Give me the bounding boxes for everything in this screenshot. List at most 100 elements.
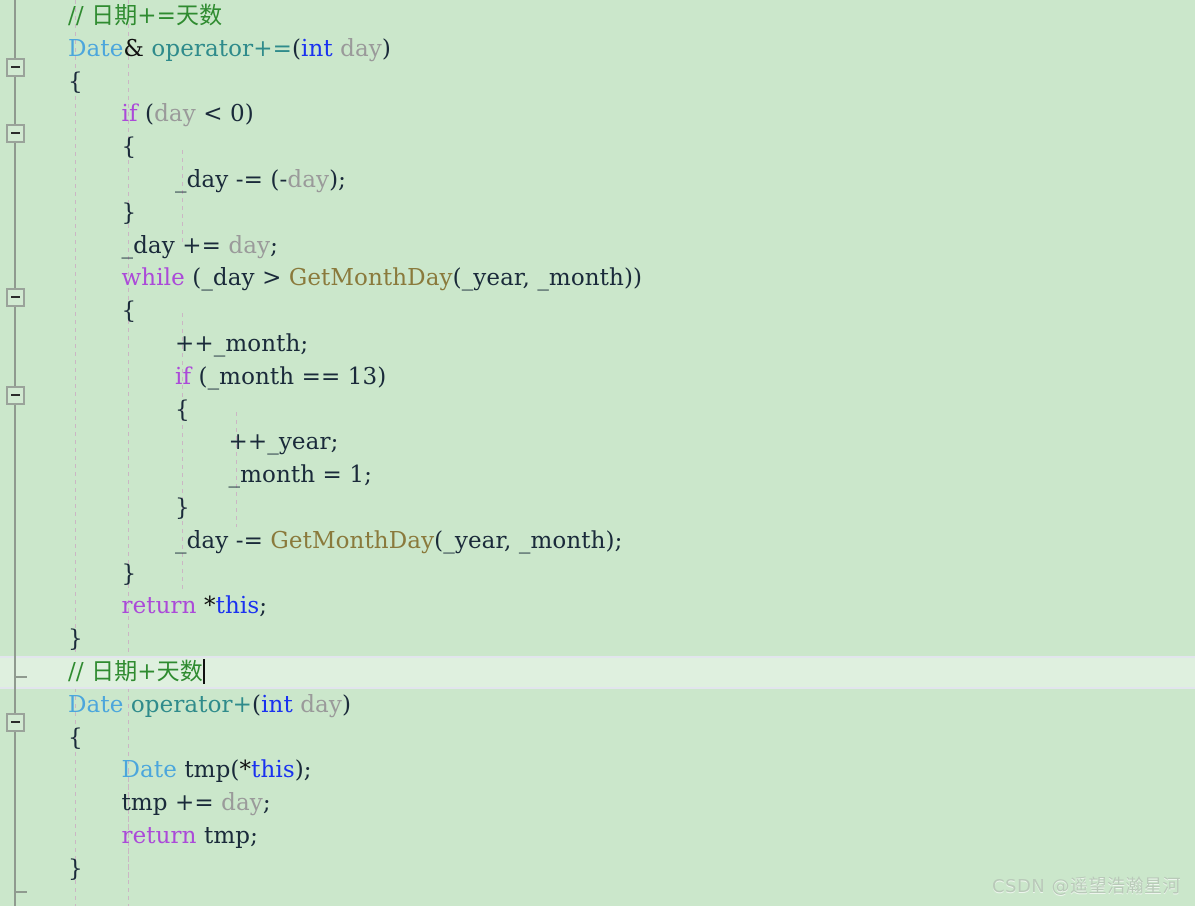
- code-line-text: {: [68, 134, 137, 161]
- code-line-day-minus-equals-getmonthday[interactable]: _day -= GetMonthDay(_year, _month);: [0, 525, 1195, 558]
- code-line-text: // 日期+天数: [68, 658, 205, 685]
- token-plain: =: [315, 462, 350, 489]
- token-param: day: [228, 232, 271, 259]
- code-line-while-day-gt-getmonthday[interactable]: while (_day > GetMonthDay(_year, _month)…: [0, 262, 1195, 295]
- token-plain: _day: [175, 166, 229, 193]
- token-plain: -=: [228, 166, 271, 193]
- fold-guide-line: [14, 405, 16, 713]
- token-bluekw: this: [251, 757, 295, 784]
- code-line-return-tmp[interactable]: return tmp;: [0, 820, 1195, 853]
- code-line-text: while (_day > GetMonthDay(_year, _month)…: [68, 265, 643, 292]
- fold-box-operator-plus[interactable]: [6, 713, 25, 732]
- code-line-open-brace-4[interactable]: {: [0, 394, 1195, 427]
- token-punct: ;: [300, 330, 309, 357]
- code-line-open-brace-3[interactable]: {: [0, 295, 1195, 328]
- token-plain: _month: [518, 527, 606, 554]
- token-plain: _year: [461, 265, 523, 292]
- code-line-text: _day -= GetMonthDay(_year, _month);: [68, 528, 622, 554]
- code-line-open-brace-1[interactable]: {: [0, 66, 1195, 99]
- token-bluekw: int: [261, 691, 293, 718]
- code-line-text: return tmp;: [68, 823, 258, 849]
- fold-box-operator-plus-equals[interactable]: [6, 58, 25, 77]
- code-line-text: _month = 1;: [68, 462, 372, 488]
- token-keyword: if: [175, 363, 192, 390]
- token-plain: +=: [174, 232, 229, 259]
- token-punct: ): [381, 35, 391, 62]
- token-punct: (: [137, 101, 155, 128]
- token-punct: (: [452, 265, 462, 292]
- token-bluekw: this: [215, 593, 260, 620]
- code-line-close-brace-1[interactable]: }: [0, 197, 1195, 230]
- token-punct: {: [121, 134, 137, 161]
- code-line-open-brace-2[interactable]: {: [0, 131, 1195, 164]
- code-line-text: if (_month == 13): [68, 364, 386, 390]
- code-line-comment-plus[interactable]: // 日期+天数: [0, 655, 1195, 689]
- token-plain: ==: [294, 363, 348, 390]
- code-editor[interactable]: // 日期+=天数 Date& operator+=(int day){if (d…: [0, 0, 1195, 906]
- fold-guide-line: [14, 732, 16, 906]
- token-amp: *: [204, 593, 216, 620]
- token-plain: 0: [230, 101, 245, 128]
- token-punct: (: [191, 363, 208, 390]
- code-line-increment-year[interactable]: ++_year;: [0, 426, 1195, 459]
- fold-box-if-month-eq-13[interactable]: [6, 386, 25, 405]
- code-line-day-plus-equals-day[interactable]: _day += day;: [0, 230, 1195, 263]
- token-keyword: while: [121, 265, 185, 292]
- fold-tick-comment-line: [14, 676, 27, 678]
- code-line-comment-plus-equals[interactable]: // 日期+=天数: [0, 0, 1195, 33]
- token-punct: ,: [522, 265, 538, 292]
- code-line-text: Date& operator+=(int day): [68, 36, 391, 62]
- code-line-text: _day += day;: [68, 233, 278, 259]
- code-line-text: Date operator+(int day): [68, 692, 351, 718]
- token-plain: _month: [207, 363, 295, 390]
- token-punct: ): [377, 363, 387, 390]
- code-line-if-day-lt-zero[interactable]: if (day < 0): [0, 98, 1195, 131]
- code-line-day-minus-equals-neg-day[interactable]: _day -= (-day);: [0, 164, 1195, 197]
- code-line-close-brace-2[interactable]: }: [0, 492, 1195, 525]
- text-caret: [202, 658, 205, 684]
- token-plain: <: [195, 101, 230, 128]
- fold-guide-line: [14, 143, 16, 288]
- token-punct: }: [68, 855, 83, 882]
- token-punct: ;: [262, 790, 271, 817]
- token-param: day: [300, 691, 342, 718]
- code-line-text: ++_month;: [68, 331, 308, 357]
- code-line-tmp-plus-equals-day[interactable]: tmp += day;: [0, 787, 1195, 820]
- fold-guide-line: [14, 307, 16, 386]
- token-plain: 1: [349, 462, 365, 489]
- code-line-increment-month[interactable]: ++_month;: [0, 328, 1195, 361]
- code-line-close-brace-3[interactable]: }: [0, 558, 1195, 591]
- code-line-close-brace-4[interactable]: }: [0, 623, 1195, 656]
- code-line-return-this[interactable]: return *this;: [0, 590, 1195, 623]
- token-punct: ;: [330, 429, 339, 456]
- code-line-operator-plus-equals-signature[interactable]: Date& operator+=(int day): [0, 33, 1195, 66]
- code-line-text: }: [68, 626, 83, 652]
- code-line-open-brace-5[interactable]: {: [0, 722, 1195, 755]
- token-func: GetMonthDay: [270, 527, 435, 554]
- token-plain: _day: [175, 527, 229, 554]
- fold-margin[interactable]: [0, 0, 30, 906]
- code-line-month-assign-one[interactable]: _month = 1;: [0, 459, 1195, 492]
- token-punct: {: [68, 68, 83, 95]
- token-punct: }: [68, 626, 83, 653]
- code-line-date-tmp-copy[interactable]: Date tmp(*this);: [0, 754, 1195, 787]
- token-punct: );: [294, 757, 312, 784]
- token-type: Date: [68, 691, 124, 718]
- fold-box-if-day-lt-zero[interactable]: [6, 124, 25, 143]
- token-keyword: return: [121, 593, 197, 620]
- code-line-text: }: [68, 200, 137, 226]
- code-line-text: }: [68, 856, 83, 882]
- watermark: CSDN @遥望浩瀚星河: [991, 876, 1181, 897]
- token-plain: _year: [443, 527, 505, 554]
- code-line-operator-plus-signature[interactable]: Date operator+(int day): [0, 689, 1195, 722]
- token-punct: );: [329, 166, 347, 193]
- code-surface[interactable]: // 日期+=天数 Date& operator+=(int day){if (d…: [0, 0, 1195, 906]
- token-punct: ;: [250, 822, 258, 849]
- token-plain: tmp: [184, 757, 231, 784]
- fold-box-while-loop[interactable]: [6, 288, 25, 307]
- token-punct: }: [175, 494, 190, 521]
- token-comment: 日期+=天数: [91, 3, 223, 29]
- code-line-if-month-eq-13[interactable]: if (_month == 13): [0, 361, 1195, 394]
